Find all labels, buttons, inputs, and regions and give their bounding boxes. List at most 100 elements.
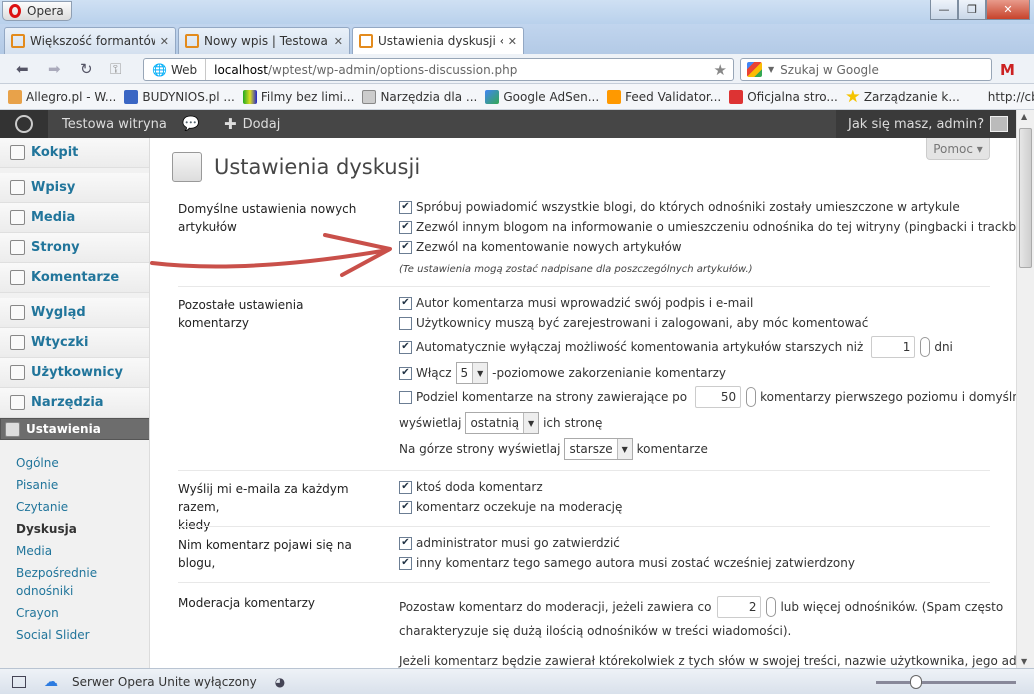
submenu-crayon[interactable]: Crayon [16, 604, 59, 622]
wordpress-logo-icon[interactable] [0, 110, 48, 138]
spinner-icon[interactable] [920, 337, 931, 357]
close-tab-icon[interactable]: ✕ [508, 35, 517, 48]
checkbox-checked[interactable]: ✔ [399, 366, 412, 380]
tab-ustawienia-dyskusji[interactable]: Ustawienia dyskusji ‹ T... ✕ [352, 27, 524, 54]
sidebar-item-narzedzia[interactable]: Narzędzia [0, 388, 149, 418]
bookmark-item[interactable]: Allegro.pl - W... [8, 89, 116, 104]
tab-formanty[interactable]: Większość formantów ... ✕ [4, 27, 176, 54]
option-notify-blogs[interactable]: ✔ Spróbuj powiadomić wszystkie blogi, do … [399, 200, 960, 214]
thread-depth-select[interactable]: 5 ▼ [455, 362, 489, 384]
speed-dial-icon[interactable]: ◕ [275, 675, 285, 689]
panel-toggle-icon[interactable] [12, 675, 26, 688]
scroll-down-icon[interactable]: ▼ [1021, 657, 1027, 666]
checkbox-checked[interactable]: ✔ [399, 220, 412, 234]
bookmark-item[interactable]: BUDYNIOS.pl ... [124, 89, 235, 104]
close-tab-icon[interactable]: ✕ [334, 35, 343, 48]
comments-per-page-input[interactable]: 50 [695, 386, 742, 408]
divider [178, 582, 990, 583]
submenu-dyskusja[interactable]: Dyskusja [16, 520, 77, 538]
zoom-slider[interactable] [876, 681, 1016, 684]
help-button[interactable]: Pomoc ▾ [926, 138, 990, 160]
opera-menu-button[interactable]: Opera [2, 1, 72, 21]
account-menu[interactable]: Jak się masz, admin? [836, 110, 1016, 138]
bookmark-item[interactable]: Zarządzanie k... [846, 89, 960, 104]
submenu-odnosniki[interactable]: odnośniki [16, 582, 73, 600]
sidebar-item-uzytkownicy[interactable]: Użytkownicy [0, 358, 149, 388]
bookmark-item[interactable]: Filmy bez limi... [242, 89, 354, 104]
spinner-icon[interactable] [766, 597, 777, 617]
tab-nowy-wpis[interactable]: Nowy wpis | Testowa w... ✕ [178, 27, 350, 54]
sidebar-item-ustawienia[interactable]: Ustawienia [0, 418, 149, 440]
maximize-icon[interactable]: ❐ [958, 0, 986, 20]
submenu-ogolne[interactable]: Ogólne [16, 454, 59, 472]
site-name-link[interactable]: Testowa witryna [62, 110, 167, 138]
checkbox-unchecked[interactable] [399, 316, 412, 330]
option-email-moderation[interactable]: ✔ komentarz oczekuje na moderację [399, 500, 622, 514]
vertical-scrollbar[interactable]: ▲ ▼ [1016, 110, 1034, 668]
option-allow-pingbacks[interactable]: ✔ Zezwól innym blogom na informowanie o u… [399, 220, 1016, 234]
checkbox-checked[interactable]: ✔ [399, 500, 412, 514]
checkbox-checked[interactable]: ✔ [399, 200, 412, 214]
checkbox-checked[interactable]: ✔ [399, 340, 412, 354]
option-previously-approved[interactable]: ✔ inny komentarz tego samego autora musi … [399, 556, 855, 570]
spinner-icon[interactable] [746, 387, 757, 407]
option-allow-comments[interactable]: ✔ Zezwól na komentowanie nowych artykułów [399, 240, 682, 254]
bookmark-item[interactable]: Feed Validator... [607, 89, 722, 104]
tab-bar: Większość formantów ... ✕ Nowy wpis | Te… [0, 24, 1034, 71]
close-tab-icon[interactable]: ✕ [160, 35, 169, 48]
option-email-new-comment[interactable]: ✔ ktoś doda komentarz [399, 480, 543, 494]
sidebar-item-wpisy[interactable]: Wpisy [0, 173, 149, 203]
option-admin-approval[interactable]: ✔ administrator musi go zatwierdzić [399, 536, 620, 550]
submenu-social-slider[interactable]: Social Slider [16, 626, 90, 644]
submenu-czytanie[interactable]: Czytanie [16, 498, 68, 516]
close-window-icon[interactable]: ✕ [986, 0, 1030, 20]
comments-bubble-icon[interactable]: 💬 [182, 110, 199, 138]
option-require-registration[interactable]: Użytkownicy muszą być zarejestrowani i z… [399, 316, 868, 330]
sidebar-item-komentarze[interactable]: Komentarze [0, 263, 149, 293]
default-page-select[interactable]: ostatnią ▼ [465, 412, 540, 434]
site-info-badge[interactable]: 🌐 Web [144, 59, 207, 80]
bookmark-star-icon[interactable]: ★ [714, 61, 727, 79]
add-new-link[interactable]: ✚ Dodaj [224, 110, 280, 138]
key-icon[interactable]: ⚿ [110, 60, 121, 78]
bookmark-item[interactable]: Oficjalna stro... [729, 89, 838, 104]
bookmark-item[interactable]: http://cba.pl/... [988, 90, 1034, 104]
sidebar-item-wyglad[interactable]: Wygląd [0, 298, 149, 328]
option-require-name-email[interactable]: ✔ Autor komentarza musi wprowadzić swój p… [399, 296, 753, 310]
pushpin-icon [10, 180, 25, 195]
section-label-line: Wyślij mi e-maila za każdym razem, [178, 482, 349, 514]
search-engine-dropdown-icon[interactable]: ▼ [768, 65, 774, 74]
comment-order-select[interactable]: starsze ▼ [564, 438, 633, 460]
sidebar-item-wtyczki[interactable]: Wtyczki [0, 328, 149, 358]
days-input[interactable]: 1 [871, 336, 916, 358]
checkbox-checked[interactable]: ✔ [399, 536, 412, 550]
search-field[interactable]: ▼ Szukaj w Google [740, 58, 992, 81]
bookmark-item[interactable]: Google AdSen... [485, 89, 599, 104]
bookmark-label: Feed Validator... [625, 89, 722, 104]
bookmark-item[interactable]: Narzędzia dla ... [362, 89, 477, 104]
checkbox-checked[interactable]: ✔ [399, 240, 412, 254]
zoom-slider-knob[interactable] [910, 675, 922, 689]
submenu-pisanie[interactable]: Pisanie [16, 476, 58, 494]
unite-cloud-icon[interactable]: ☁ [44, 674, 58, 690]
checkbox-checked[interactable]: ✔ [399, 556, 412, 570]
forward-icon[interactable]: ➡ [48, 60, 61, 78]
sidebar-item-media[interactable]: Media [0, 203, 149, 233]
reload-icon[interactable]: ↻ [80, 60, 93, 78]
back-icon[interactable]: ⬅ [16, 60, 29, 78]
submenu-bezposrednie[interactable]: Bezpośrednie [16, 564, 97, 582]
sidebar-item-kokpit[interactable]: Kokpit [0, 138, 149, 168]
gmail-icon[interactable]: M [1000, 61, 1015, 79]
minimize-icon[interactable]: — [930, 0, 958, 20]
page-title: Ustawienia dyskusji [172, 152, 420, 182]
sidebar-item-strony[interactable]: Strony [0, 233, 149, 263]
scrollbar-thumb[interactable] [1019, 128, 1032, 268]
address-field[interactable]: 🌐 Web localhost/wptest/wp-admin/options-d… [143, 58, 734, 81]
checkbox-checked[interactable]: ✔ [399, 296, 412, 310]
url-host: localhost [214, 62, 268, 77]
scroll-up-icon[interactable]: ▲ [1021, 112, 1027, 121]
checkbox-checked[interactable]: ✔ [399, 480, 412, 494]
checkbox-unchecked[interactable] [399, 390, 412, 404]
moderation-links-input[interactable]: 2 [717, 596, 762, 618]
submenu-media[interactable]: Media [16, 542, 52, 560]
